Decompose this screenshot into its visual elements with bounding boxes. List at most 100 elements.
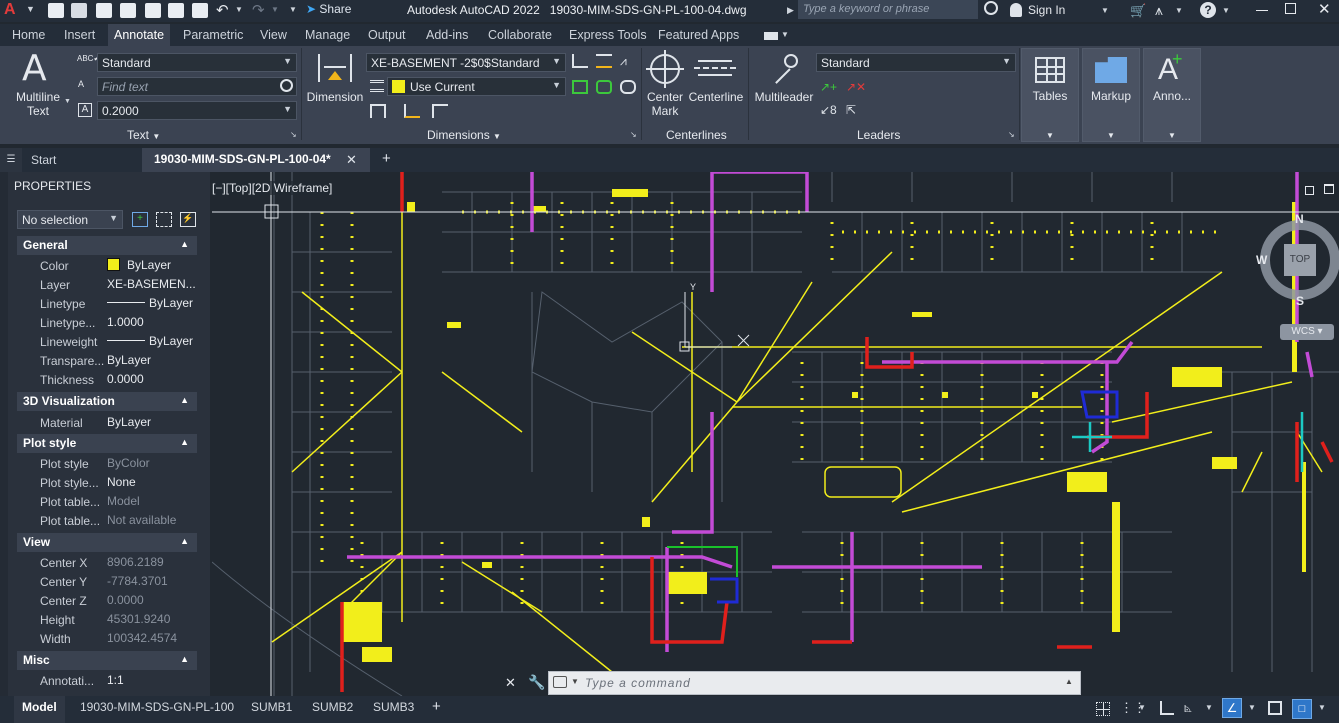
section-3d-visualization[interactable]: 3D Visualization ▲ [17, 392, 197, 411]
dim-arc-icon[interactable] [432, 104, 448, 118]
tab-view[interactable]: View [260, 28, 287, 42]
grid-icon[interactable] [1096, 702, 1110, 716]
dim-oblique-icon[interactable]: ⩘ [620, 54, 636, 68]
viewport-restore-icon[interactable] [1305, 186, 1314, 195]
prop-value[interactable]: ByLayer [107, 415, 195, 429]
command-expand-icon[interactable]: ▲ [1065, 677, 1073, 686]
search-icon[interactable] [984, 1, 998, 15]
add-layout-icon[interactable]: + [432, 698, 441, 715]
text-panel-launcher-icon[interactable]: ↘ [290, 130, 297, 139]
text-style-select[interactable]: Standard ▼ [97, 53, 297, 72]
tables-button[interactable]: Tables ▼ [1021, 48, 1079, 142]
new-icon[interactable] [48, 3, 64, 18]
prop-value[interactable]: None [107, 475, 195, 489]
command-input[interactable]: Type a command [585, 676, 691, 690]
drawing-canvas[interactable]: [−][Top][2D Wireframe] TOP N W S WCS ▾ Y [212, 172, 1339, 696]
find-text-input[interactable]: Find text [97, 77, 297, 96]
dim-baseline-icon[interactable] [370, 104, 386, 118]
tab-model[interactable]: Model [14, 696, 65, 723]
object-snap-chevron-icon[interactable]: ▼ [1318, 703, 1326, 712]
compass-west[interactable]: W [1256, 253, 1267, 267]
section-misc[interactable]: Misc ▲ [17, 651, 197, 670]
tab-active-drawing[interactable]: 19030-MIM-SDS-GN-PL-100-04* [142, 148, 370, 172]
prop-value[interactable]: 0.0000 [107, 372, 195, 386]
snap-chevron-icon[interactable]: ▼ [1138, 703, 1146, 712]
viewcube-top[interactable]: TOP [1284, 244, 1316, 276]
dim-tolerance-icon[interactable] [404, 104, 420, 118]
user-icon[interactable] [1010, 3, 1022, 17]
tab-layout-100[interactable]: 19030-MIM-SDS-GN-PL-100 [80, 700, 234, 714]
redo-icon[interactable]: ↷ [252, 1, 265, 19]
leader-style-select[interactable]: Standard ▼ [816, 53, 1016, 72]
dim-break-icon[interactable] [596, 54, 612, 68]
tab-home[interactable]: Home [12, 28, 45, 42]
app-chevron-icon[interactable]: ▼ [1175, 6, 1183, 15]
leaders-panel-launcher-icon[interactable]: ↘ [1008, 130, 1015, 139]
dimension-style-select[interactable]: XE-BASEMENT -2$0$Standard ▼ [366, 53, 566, 72]
dimension-button[interactable]: Dimension [304, 90, 366, 104]
section-view[interactable]: View ▲ [17, 533, 197, 552]
palette-handle[interactable] [0, 172, 8, 696]
quick-select-icon[interactable]: ⚡ [180, 212, 196, 227]
centerline-button[interactable]: Centerline [686, 90, 746, 104]
center-mark-icon[interactable] [646, 50, 684, 88]
tab-manage[interactable]: Manage [305, 28, 350, 42]
cart-icon[interactable]: 🛒 [1130, 3, 1146, 19]
tab-add-ins[interactable]: Add-ins [426, 28, 468, 42]
multileader-icon[interactable] [766, 54, 800, 84]
object-snap-tracking-icon[interactable] [1268, 701, 1282, 715]
viewport-maximize-icon[interactable] [1324, 184, 1334, 194]
isodraft-icon[interactable]: ∠ [1222, 698, 1242, 718]
centerline-icon[interactable] [694, 60, 736, 76]
find-search-icon[interactable] [280, 79, 293, 92]
polar-icon[interactable]: ⦝ [1184, 699, 1192, 716]
tab-collaborate[interactable]: Collaborate [488, 28, 552, 42]
collect-leader-icon[interactable]: ⇱ [846, 103, 862, 117]
prop-value[interactable]: XE-BASEMEN... [107, 277, 195, 291]
maximize-icon[interactable] [1285, 3, 1296, 14]
section-general[interactable]: General ▲ [17, 236, 197, 255]
plot-icon[interactable] [192, 3, 208, 18]
dimension-layer-select[interactable]: Use Current ▼ [387, 77, 566, 96]
dim-reassociate-icon[interactable] [620, 80, 636, 94]
save-web-icon[interactable] [168, 3, 184, 18]
app-menu-icon[interactable]: A [4, 1, 26, 21]
dim-quick-icon[interactable] [572, 54, 588, 68]
redo-chevron-icon[interactable]: ▼ [271, 5, 279, 14]
dimensions-panel-label[interactable]: Dimensions ▼ [427, 128, 501, 142]
tab-layout-sumb3[interactable]: SUMB3 [373, 700, 414, 714]
quick-access-menu-icon[interactable]: ▼ [289, 5, 297, 14]
polar-chevron-icon[interactable]: ▼ [1205, 703, 1213, 712]
markup-button[interactable]: Markup ▼ [1082, 48, 1140, 142]
close-tab-icon[interactable]: ✕ [346, 152, 357, 168]
tab-express-tools[interactable]: Express Tools [569, 28, 647, 42]
wcs-menu[interactable]: WCS ▾ [1280, 324, 1334, 340]
viewport-controls-label[interactable]: [−][Top][2D Wireframe] [212, 181, 333, 195]
autodesk-app-icon[interactable]: ⩚ [1155, 2, 1163, 19]
open-icon[interactable] [71, 3, 87, 18]
prop-value[interactable]: ByLayer [107, 334, 195, 348]
save-as-icon[interactable] [120, 3, 136, 18]
tab-featured-apps[interactable]: Featured Apps [658, 28, 739, 42]
ribbon-options-icon[interactable] [764, 32, 778, 40]
prop-value[interactable]: ByLayer [107, 296, 195, 310]
add-leader-icon[interactable]: ↗+ [820, 80, 837, 94]
command-customize-icon[interactable]: 🔧 [528, 674, 545, 691]
command-line[interactable]: ▼ Type a command ▲ [548, 671, 1081, 695]
sign-in-button[interactable]: Sign In [1028, 3, 1065, 17]
multiline-text-button[interactable]: Multiline Text [6, 90, 70, 118]
compass-south[interactable]: S [1296, 294, 1304, 308]
close-icon[interactable]: ✕ [1318, 0, 1331, 18]
undo-icon[interactable]: ↶ [216, 1, 229, 19]
prop-value[interactable]: 1.0000 [107, 315, 195, 329]
multileader-button[interactable]: Multileader [752, 90, 816, 104]
selection-select[interactable]: No selection ▼ [17, 210, 123, 229]
dim-inspect-icon[interactable] [596, 80, 612, 94]
text-panel-label[interactable]: Text ▼ [127, 128, 160, 142]
command-history-icon[interactable] [553, 676, 567, 688]
dimensions-panel-launcher-icon[interactable]: ↘ [630, 130, 637, 139]
ortho-icon[interactable] [1160, 701, 1174, 715]
prop-value[interactable]: 1:1 [107, 673, 195, 687]
menu-tab-icon[interactable]: ☰ [0, 148, 22, 172]
prop-value[interactable]: ByLayer [107, 258, 195, 272]
